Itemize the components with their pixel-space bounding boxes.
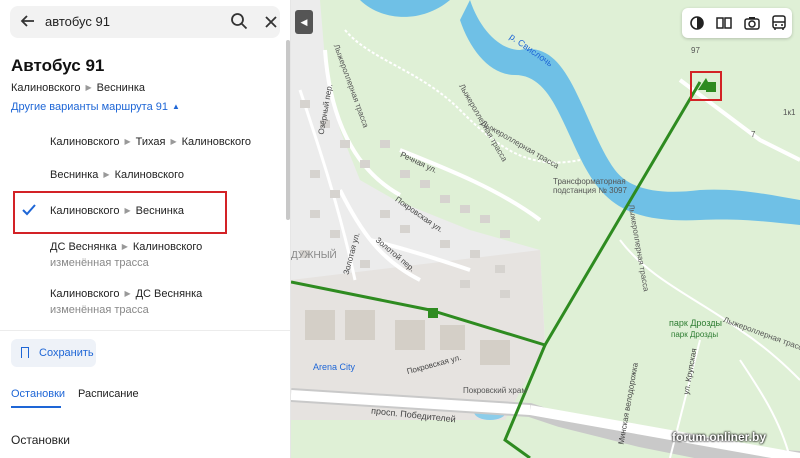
route-endpoints: Калиновского ▶ Веснинка bbox=[11, 82, 145, 94]
variant-stop: Калиновского bbox=[50, 136, 120, 148]
route-title: Автобус 91 bbox=[11, 56, 105, 75]
search-icon[interactable] bbox=[230, 12, 248, 30]
variant-stop: Веснинка bbox=[50, 169, 99, 181]
variant-note: изменённая трасса bbox=[50, 257, 149, 269]
chevron-right-icon: ▶ bbox=[170, 137, 177, 146]
variant-stop: Калиновского bbox=[114, 169, 185, 181]
map-label-number: 97 bbox=[691, 46, 700, 55]
map-canvas bbox=[291, 0, 800, 458]
variant-stop: ДС Веснянка bbox=[135, 288, 203, 300]
chevron-right-icon: ▶ bbox=[103, 170, 110, 179]
map-label-district: ДУЖНЫЙ bbox=[291, 250, 337, 261]
close-icon[interactable] bbox=[264, 12, 278, 34]
bus-icon[interactable] bbox=[771, 15, 787, 31]
collapse-panel-button[interactable]: ◀ bbox=[295, 10, 313, 34]
save-label: Сохранить bbox=[39, 347, 94, 359]
chevron-up-icon: ▲ bbox=[172, 102, 180, 111]
divider bbox=[0, 330, 290, 331]
variant-stop: Веснинка bbox=[135, 205, 185, 217]
back-arrow-icon[interactable] bbox=[20, 13, 36, 29]
variant-stop: Калиновского bbox=[50, 205, 120, 217]
other-variants-label: Другие варианты маршрута 91 bbox=[11, 101, 169, 113]
map-book-icon[interactable] bbox=[716, 15, 732, 31]
variant-stop: Калиновского bbox=[50, 288, 120, 300]
map-label-substation: Трансформаторная bbox=[553, 177, 626, 186]
scrollbar[interactable] bbox=[286, 40, 290, 220]
map-view[interactable]: р. Свислочь Лыжероллерная трасса Лыжерол… bbox=[291, 0, 800, 458]
route-variant[interactable]: Калиновского ▶ ДС Веснянка изменённая трас… bbox=[50, 288, 202, 316]
chevron-right-icon: ▶ bbox=[124, 137, 131, 146]
map-label-park: парк Дрозды bbox=[671, 330, 719, 339]
variant-stop: Калиновского bbox=[181, 136, 252, 148]
chevron-right-icon: ▶ bbox=[124, 289, 131, 298]
route-variant[interactable]: ДС Веснянка ▶ Калиновского изменённая трас… bbox=[50, 241, 202, 269]
map-label-poi: Покровский храм bbox=[463, 386, 527, 395]
map-label-poi: Arena City bbox=[313, 362, 356, 372]
map-label-number: 7 bbox=[751, 130, 756, 139]
route-variant[interactable]: Калиновского ▶ Тихая ▶ Калиновского bbox=[50, 136, 251, 148]
checkmark-icon bbox=[22, 203, 36, 219]
search-input[interactable]: автобус 91 bbox=[45, 14, 110, 29]
variant-note: изменённая трасса bbox=[50, 304, 149, 316]
search-bar[interactable]: автобус 91 bbox=[10, 6, 280, 38]
bookmark-icon bbox=[21, 347, 29, 358]
variant-stop: ДС Веснянка bbox=[50, 241, 117, 253]
map-label-substation: подстанция № 3097 bbox=[553, 186, 627, 195]
chevron-right-icon: ▶ bbox=[124, 206, 131, 215]
route-panel: автобус 91 Автобус 91 Калиновского ▶ Весни… bbox=[0, 0, 291, 458]
route-to: Веснинка bbox=[96, 82, 146, 94]
route-variant[interactable]: Веснинка ▶ Калиновского bbox=[50, 169, 184, 181]
chevron-right-icon: ▶ bbox=[121, 242, 128, 251]
route-variant-selected[interactable]: Калиновского ▶ Веснинка bbox=[50, 205, 184, 217]
tab-stops[interactable]: Остановки bbox=[11, 388, 65, 400]
variant-stop: Тихая bbox=[135, 136, 166, 148]
variant-stop: Калиновского bbox=[132, 241, 203, 253]
chevron-right-icon: ▶ bbox=[85, 83, 92, 92]
stops-heading: Остановки bbox=[11, 433, 70, 447]
map-controls bbox=[682, 8, 792, 38]
watermark: forum.onliner.by bbox=[672, 430, 767, 444]
map-layers-icon[interactable] bbox=[689, 15, 705, 31]
save-button[interactable]: Сохранить bbox=[11, 339, 96, 367]
camera-icon[interactable] bbox=[744, 15, 760, 31]
map-label-park: парк Дрозды bbox=[669, 318, 722, 328]
highlighted-stop-marker[interactable] bbox=[690, 71, 722, 101]
tab-schedule[interactable]: Расписание bbox=[78, 388, 139, 400]
route-from: Калиновского bbox=[11, 82, 81, 94]
map-label-number: 1к1 bbox=[783, 108, 796, 117]
other-variants-link[interactable]: Другие варианты маршрута 91 ▲ bbox=[11, 101, 180, 113]
active-tab-indicator bbox=[11, 406, 61, 408]
